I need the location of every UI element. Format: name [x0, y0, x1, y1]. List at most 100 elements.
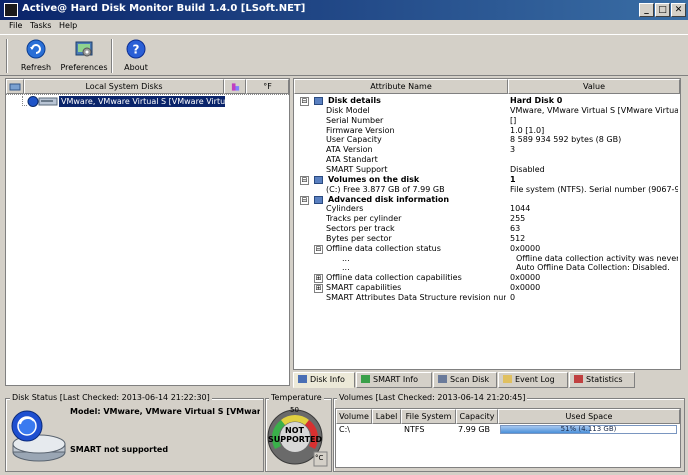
- local-disks-header[interactable]: Local System Disks: [24, 79, 224, 94]
- smart-status-text: SMART not supported: [70, 445, 169, 454]
- menu-help[interactable]: Help: [59, 21, 77, 30]
- value-header[interactable]: Value: [508, 79, 680, 94]
- attribute-name[interactable]: Disk Model: [326, 106, 506, 116]
- attribute-name[interactable]: User Capacity: [326, 135, 506, 145]
- tab-event-log[interactable]: Event Log: [498, 372, 568, 388]
- minimize-button[interactable]: _: [639, 3, 654, 17]
- attribute-value: 3: [510, 145, 516, 155]
- attribute-name[interactable]: SMART capabilities: [326, 283, 506, 293]
- maximize-button[interactable]: □: [655, 3, 670, 17]
- expander-icon[interactable]: ⊟: [300, 175, 309, 185]
- menu-file[interactable]: File: [9, 21, 22, 30]
- attribute-name[interactable]: Serial Number: [326, 116, 506, 126]
- about-button[interactable]: ? About: [118, 37, 154, 75]
- tab-disk-info[interactable]: Disk Info: [293, 372, 355, 388]
- attributes-panel: Attribute Name Value ⊟ Disk details Hard D…: [293, 78, 681, 370]
- temperature-unit: °C: [315, 454, 324, 462]
- attribute-name[interactable]: (C:) Free 3.877 GB of 7.99 GB: [326, 185, 506, 195]
- attribute-name[interactable]: SMART Support: [326, 165, 506, 175]
- disk-icon: [9, 83, 21, 91]
- disk-item-label[interactable]: VMware, VMware Virtual S [VMware Virtual…: [59, 96, 225, 107]
- attribute-value: Hard Disk 0: [510, 96, 563, 105]
- disk-model-text: Model: VMware, VMware Virtual S [VMware …: [70, 407, 260, 416]
- tab-event-log-label: Event Log: [515, 375, 555, 384]
- attribute-value: 63: [510, 224, 521, 234]
- refresh-label: Refresh: [20, 63, 52, 72]
- section-icon: [314, 195, 323, 204]
- table-row[interactable]: C:\ NTFS 7.99 GB 51% (4.113 GB): [336, 424, 680, 435]
- disk-status-title: Disk Status [Last Checked: 2013-06-14 21…: [10, 393, 212, 402]
- refresh-button[interactable]: Refresh: [14, 37, 58, 75]
- close-button[interactable]: ✕: [671, 3, 686, 17]
- temperature-column-header[interactable]: °F: [246, 79, 289, 94]
- preferences-icon: [75, 41, 93, 57]
- attribute-value: 0: [510, 293, 516, 302]
- attribute-name[interactable]: ATA Standart: [326, 155, 506, 165]
- menu-tasks[interactable]: Tasks: [30, 21, 51, 30]
- attribute-name[interactable]: Cylinders: [326, 204, 506, 214]
- expander-icon[interactable]: ⊟: [300, 97, 309, 106]
- tab-statistics[interactable]: Statistics: [569, 372, 635, 388]
- disk-column-icon-header[interactable]: [6, 79, 24, 94]
- attribute-value: Offline data collection activity was nev…: [516, 253, 678, 263]
- expander-icon[interactable]: ⊞: [314, 284, 323, 294]
- event-log-icon: [503, 375, 512, 383]
- tab-scan-disk-label: Scan Disk: [450, 375, 490, 384]
- attribute-name[interactable]: Sectors per track: [326, 224, 506, 234]
- expander-icon[interactable]: ⊞: [314, 274, 323, 284]
- smart-info-icon: [361, 375, 370, 383]
- label-column-header[interactable]: Label: [372, 409, 401, 424]
- attribute-value: []: [510, 115, 517, 125]
- volume-column-header[interactable]: Volume: [336, 409, 372, 424]
- window-title: Active@ Hard Disk Monitor Build 1.4.0 [L…: [22, 3, 306, 14]
- attribute-name-header[interactable]: Attribute Name: [294, 79, 508, 94]
- statistics-icon: [574, 375, 583, 383]
- attribute-value: File system (NTFS). Serial number (9067-…: [510, 184, 678, 194]
- attribute-name[interactable]: Bytes per sector: [326, 234, 506, 244]
- attribute-name[interactable]: Offline data collection status: [326, 244, 506, 254]
- tab-disk-info-label: Disk Info: [310, 375, 345, 384]
- attribute-name[interactable]: Disk details: [328, 96, 506, 106]
- expander-icon[interactable]: ⊟: [300, 195, 309, 205]
- tab-smart-info[interactable]: SMART Info: [356, 372, 432, 388]
- scan-disk-icon: [438, 375, 447, 383]
- attribute-name[interactable]: Advanced disk information: [328, 195, 506, 205]
- expander-icon[interactable]: ⊟: [314, 244, 323, 254]
- attribute-value: [510, 155, 678, 165]
- attribute-value: 8 589 934 592 bytes (8 GB): [510, 135, 622, 145]
- toolbar: Refresh Preferences ? About: [0, 34, 688, 76]
- attribute-value: VMware, VMware Virtual S [VMware Virtual…: [510, 105, 678, 115]
- app-icon: [4, 3, 18, 17]
- attribute-name[interactable]: ...: [342, 263, 506, 273]
- toolbar-grip: [6, 39, 8, 73]
- tab-smart-info-label: SMART Info: [373, 375, 418, 384]
- preferences-button[interactable]: Preferences: [60, 37, 108, 75]
- attribute-value: 0x0000: [510, 283, 541, 293]
- attribute-name[interactable]: Firmware Version: [326, 126, 506, 136]
- tab-statistics-label: Statistics: [586, 375, 623, 384]
- section-icon: [314, 175, 323, 184]
- attribute-value: 512: [510, 233, 526, 243]
- file-system-column-header[interactable]: File System: [401, 409, 456, 424]
- volumes-table: Volume Label File System Capacity Used S…: [335, 408, 681, 468]
- chart-column-header[interactable]: [224, 79, 246, 94]
- temperature-not-supported: NOT SUPPORTED: [268, 426, 323, 444]
- attribute-name[interactable]: ATA Version: [326, 145, 506, 155]
- attribute-name[interactable]: ...: [342, 254, 506, 264]
- attribute-name[interactable]: SMART Attributes Data Structure revision…: [326, 293, 506, 303]
- used-space-column-header[interactable]: Used Space: [498, 409, 680, 424]
- preferences-label: Preferences: [60, 63, 108, 72]
- attribute-name[interactable]: Volumes on the disk: [328, 175, 506, 185]
- attribute-name[interactable]: Offline data collection capabilities: [326, 273, 506, 283]
- used-space-text: 51% (4.113 GB): [560, 425, 617, 433]
- volume-cell: C:\: [339, 425, 350, 434]
- disk-item-icon[interactable]: [26, 95, 59, 108]
- disk-status-icon: [11, 410, 66, 462]
- attribute-name[interactable]: Tracks per cylinder: [326, 214, 506, 224]
- title-bar: Active@ Hard Disk Monitor Build 1.4.0 [L…: [0, 0, 688, 20]
- tab-scan-disk[interactable]: Scan Disk: [433, 372, 497, 388]
- capacity-column-header[interactable]: Capacity: [456, 409, 498, 424]
- volumes-title: Volumes [Last Checked: 2013-06-14 21:20:…: [337, 393, 528, 402]
- refresh-icon: [26, 39, 46, 59]
- help-icon: ?: [126, 39, 146, 59]
